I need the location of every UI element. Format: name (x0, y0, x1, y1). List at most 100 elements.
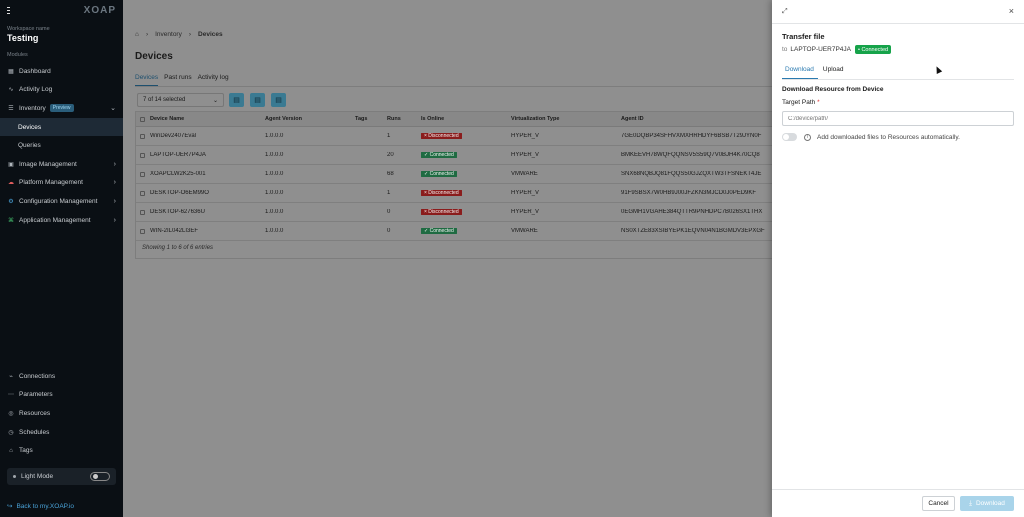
cell-runs: 0 (387, 209, 391, 215)
chevron-down-icon: ⌄ (212, 97, 218, 104)
cell-version: 1.0.0.0 (265, 209, 284, 215)
tab-past-runs[interactable]: Past runs (164, 74, 191, 86)
action-button-3[interactable]: ▤ (271, 93, 286, 107)
auto-add-toggle[interactable] (782, 133, 797, 141)
arrow-left-icon: ↪ (7, 503, 13, 510)
tab-upload[interactable]: Upload (820, 64, 848, 79)
breadcrumb-separator-icon: › (145, 31, 149, 38)
cell-virt: HYPER_V (511, 152, 540, 158)
cell-agent_id: 91F9SBSX7W0HB9J00JFZKN3MJCD0J0PED9KF (621, 190, 757, 196)
cell-runs: 0 (387, 228, 391, 234)
status-cell: × Disconnected (421, 209, 511, 215)
download-button[interactable]: ⤓ Download (960, 496, 1014, 511)
sidebar-item-devices[interactable]: Devices (0, 117, 123, 137)
cell-name: WIN-2IL042LI3EF (150, 228, 199, 234)
status-badge: ✓ Connected (421, 171, 457, 177)
dashboard-icon: ▦ (8, 68, 14, 75)
sidebar-item-platform-management[interactable]: ☁ Platform Management › (0, 174, 123, 193)
column-header[interactable]: Device Name (150, 116, 265, 122)
sidebar-item-label: Configuration Management (19, 197, 98, 205)
home-icon[interactable]: ⌂ (135, 31, 139, 38)
cell-agent_id: NS0XTZE83XSIBYEPK1EQVN04N1BGMDV3EPXGF (621, 228, 765, 234)
chevron-right-icon: › (113, 216, 116, 224)
sidebar-item-image-management[interactable]: ▣ Image Management › (0, 155, 123, 174)
auto-add-row: i Add downloaded files to Resources auto… (782, 133, 960, 141)
sidebar-item-tags[interactable]: ⌂ Tags (0, 441, 123, 460)
row-checkbox[interactable] (140, 190, 145, 196)
light-mode-label: Light Mode (21, 473, 54, 480)
breadcrumb-separator-icon: › (188, 31, 192, 38)
status-cell: ✓ Connected (421, 228, 511, 234)
sidebar-item-schedules[interactable]: ◷ Schedules (0, 423, 123, 442)
light-mode-toggle[interactable] (90, 472, 110, 481)
cell-virt: HYPER_V (511, 209, 540, 215)
chevron-down-icon: ⌄ (110, 105, 116, 113)
cancel-button[interactable]: Cancel (922, 496, 955, 511)
status-cell: ✓ Connected (421, 152, 511, 158)
select-all-checkbox[interactable] (140, 116, 145, 122)
sidebar-item-inventory[interactable]: ☰ Inventory Preview ⌄ (0, 99, 123, 118)
row-checkbox[interactable] (140, 209, 145, 215)
sidebar-item-label: Application Management (19, 216, 91, 224)
status-cell: × Disconnected (421, 190, 511, 196)
tab-activity-log[interactable]: Activity log (198, 74, 229, 86)
row-checkbox[interactable] (140, 228, 145, 234)
column-header[interactable]: Runs (387, 116, 421, 122)
cell-name: WinDev2407Eval (150, 133, 197, 139)
cell-name: XOAPCLW2K25-001 (150, 171, 206, 177)
cell-version: 1.0.0.0 (265, 190, 284, 196)
workspace-name[interactable]: Testing (0, 32, 123, 43)
status-badge: × Disconnected (421, 133, 462, 139)
page-title: Devices (135, 51, 173, 62)
status-cell: × Disconnected (421, 133, 511, 139)
drawer-tabs: Download Upload (782, 64, 1014, 80)
drawer-title: Transfer file (782, 32, 825, 41)
download-icon: ⤓ (969, 499, 972, 507)
cell-name: DESKTOP-627636U (150, 209, 205, 215)
sidebar-item-configuration-management[interactable]: ⚙ Configuration Management › (0, 192, 123, 211)
main-tabs: Devices Past runs Activity log (135, 74, 235, 86)
sidebar-item-queries[interactable]: Queries (0, 136, 123, 155)
sidebar-item-parameters[interactable]: ⋯ Parameters (0, 386, 123, 405)
column-header[interactable]: Agent Version (265, 116, 355, 122)
cell-agent_id: 0EGMH1VGAHE384QTTR9PNHDPC7B026SX1THX (621, 209, 763, 215)
section-title: Download Resource from Device (782, 86, 884, 93)
sidebar-item-label: Activity Log (19, 86, 53, 94)
sidebar-item-label: Tags (19, 447, 33, 455)
file-icon: ▤ (233, 97, 240, 104)
action-button-1[interactable]: ▤ (229, 93, 244, 107)
sidebar-item-dashboard[interactable]: ▦ Dashboard (0, 62, 123, 81)
close-icon[interactable]: × (1009, 6, 1014, 16)
sidebar-item-application-management[interactable]: ⌘ Application Management › (0, 211, 123, 230)
cell-agent_id: 7GE0DQBP34SFHVXMXHRHDYF6BSB7T29JYN0F (621, 133, 762, 139)
selection-dropdown[interactable]: 7 of 14 selected ⌄ (137, 93, 224, 107)
file-icon: ▤ (275, 97, 282, 104)
menu-icon[interactable] (7, 6, 10, 14)
row-checkbox[interactable] (140, 152, 145, 158)
expand-icon[interactable]: ⤢ (782, 8, 788, 16)
sidebar-item-resources[interactable]: ◎ Resources (0, 404, 123, 423)
drawer-header: ⤢ × (772, 0, 1024, 24)
target-path-input[interactable] (782, 111, 1014, 126)
sidebar-item-activity-log[interactable]: ∿ Activity Log (0, 81, 123, 100)
column-header[interactable]: Agent ID (621, 116, 771, 122)
tab-download[interactable]: Download (782, 64, 818, 79)
breadcrumb-inventory[interactable]: Inventory (155, 31, 182, 38)
tab-devices[interactable]: Devices (135, 74, 159, 86)
sidebar-item-connections[interactable]: ⌁ Connections (0, 367, 123, 386)
cell-virt: VMWARE (511, 228, 538, 234)
sidebar: XOAP Workspace name Testing Modules ▦ Da… (0, 0, 123, 517)
status-badge: • Connected (855, 45, 892, 54)
row-checkbox[interactable] (140, 133, 145, 139)
target-path-text: Target Path (782, 99, 816, 106)
column-header[interactable]: Is Online (421, 116, 511, 122)
back-link[interactable]: ↪ Back to my.XOAP.io (7, 502, 74, 511)
image-icon: ▣ (8, 161, 14, 168)
column-header[interactable]: Virtualization Type (511, 116, 621, 122)
action-button-2[interactable]: ▤ (250, 93, 265, 107)
cell-virt: VMWARE (511, 171, 538, 177)
row-checkbox[interactable] (140, 171, 145, 177)
sidebar-item-label: Dashboard (19, 67, 51, 75)
preview-badge: Preview (49, 104, 74, 113)
selection-count: 7 of 14 selected (143, 97, 186, 103)
